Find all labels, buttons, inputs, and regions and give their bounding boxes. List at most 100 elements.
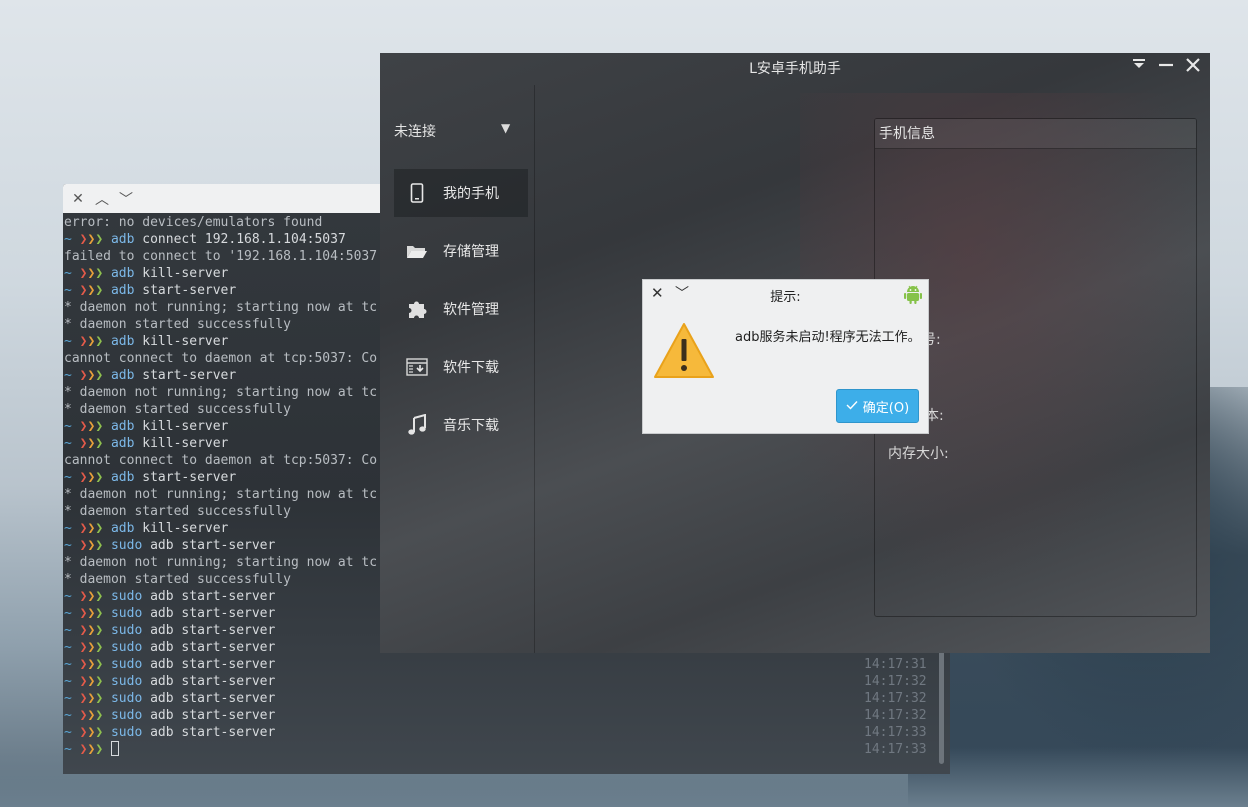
command-args: connect 192.168.1.104:5037 [142,232,346,247]
command-name: adb [110,470,135,485]
terminal-command-line: ~ ❯❯❯ sudo adb start-server 14:17:32 [63,690,950,707]
command-args: start-server [142,470,237,485]
memory-size-label: 内存大小: [888,446,949,462]
app-title: L安卓手机助手 [749,61,841,77]
checkmark-icon [846,399,858,414]
prompt-tilde: ~ [64,708,72,723]
command-args: adb start-server [150,623,276,638]
chevron-up-icon[interactable]: ︿ [95,189,109,209]
text-cursor [110,741,119,756]
output-text: * daemon not running; starting now at tc [64,385,378,400]
command-args: adb start-server [150,708,276,723]
timestamp: 14:17:33 [864,742,927,757]
command-args: adb start-server [150,691,276,706]
command-name: sudo [110,691,143,706]
dropdown-caret-icon[interactable]: ▼ [501,121,510,135]
command-name: adb [110,368,135,383]
prompt-tilde: ~ [64,521,72,536]
output-text: * daemon not running; starting now at tc [64,300,378,315]
connection-status-dropdown[interactable]: 未连接 [394,121,436,141]
prompt-arrow-icon: ❯ [95,538,104,553]
output-text: * daemon not running; starting now at tc [64,487,378,502]
output-text: * daemon started successfully [64,402,291,417]
ok-button[interactable]: 确定(O) [836,389,919,423]
command-name: adb [110,334,135,349]
prompt-arrow-icon: ❯ [95,657,104,672]
output-text: * daemon started successfully [64,504,291,519]
prompt-arrow-icon: ❯ [95,521,104,536]
chevron-down-icon[interactable]: ﹀ [119,189,133,209]
output-text: * daemon started successfully [64,572,291,587]
terminal-command-line: ~ ❯❯❯ sudo adb start-server 14:17:31 [63,656,950,673]
command-name: adb [110,521,135,536]
android-icon [904,284,922,308]
command-name: sudo [110,538,143,553]
prompt-tilde: ~ [64,640,72,655]
timestamp: 14:17:32 [864,691,927,706]
sidebar-item-app-download[interactable]: 软件下载 [394,343,528,391]
close-icon[interactable]: ✕ [71,191,85,207]
prompt-arrow-icon: ❯ [95,674,104,689]
prompt-tilde: ~ [64,470,72,485]
prompt-tilde: ~ [64,266,72,281]
command-args: kill-server [142,521,229,536]
output-text: error: no devices/emulators found [64,215,323,230]
timestamp: 14:17:32 [864,708,927,723]
prompt-arrow-icon: ❯ [95,725,104,740]
prompt-tilde: ~ [64,674,72,689]
command-name: sudo [110,589,143,604]
timestamp: 14:17:31 [864,657,927,672]
command-name: sudo [110,606,143,621]
command-args: start-server [142,283,237,298]
output-text: cannot connect to daemon at tcp:5037: Co [64,453,378,468]
sidebar-item-label: 软件管理 [443,302,499,318]
command-args: kill-server [142,266,229,281]
prompt-arrow-icon: ❯ [95,470,104,485]
command-args: adb start-server [150,538,276,553]
phone-info-title: 手机信息 [875,119,1196,149]
sidebar-item-storage[interactable]: 存储管理 [394,227,528,275]
prompt-arrow-icon: ❯ [95,742,104,757]
output-text: * daemon started successfully [64,317,291,332]
prompt-tilde: ~ [64,436,72,451]
prompt-tilde: ~ [64,419,72,434]
prompt-arrow-icon: ❯ [95,419,104,434]
folder-icon [406,243,428,259]
sidebar-item-my-phone[interactable]: 我的手机 [394,169,528,217]
dialog-message: adb服务未启动!程序无法工作。 [735,330,921,345]
prompt-arrow-icon: ❯ [95,623,104,638]
dialog-titlebar: ✕ ﹀ 提示: [643,280,928,308]
sidebar-item-label: 存储管理 [443,244,499,260]
command-name: sudo [110,657,143,672]
prompt-arrow-icon: ❯ [95,283,104,298]
command-name: sudo [110,725,143,740]
command-name: sudo [110,640,143,655]
prompt-arrow-icon: ❯ [95,266,104,281]
command-name: sudo [110,708,143,723]
sidebar-item-music-download[interactable]: 音乐下载 [394,401,528,449]
terminal-prompt-line: ~ ❯❯❯ 14:17:33 [63,741,950,758]
command-args: kill-server [142,436,229,451]
prompt-arrow-icon: ❯ [95,589,104,604]
prompt-tilde: ~ [64,725,72,740]
close-icon[interactable] [1186,57,1200,77]
prompt-arrow-icon: ❯ [95,334,104,349]
command-args: adb start-server [150,640,276,655]
command-name: adb [110,283,135,298]
minimize-icon[interactable] [1158,57,1174,77]
command-args: adb start-server [150,589,276,604]
output-text: * daemon not running; starting now at tc [64,555,378,570]
minimize-to-tray-icon[interactable] [1132,57,1146,77]
window-controls [1132,57,1200,77]
command-args: kill-server [142,419,229,434]
sidebar: 未连接 ▼ 我的手机 存储管理 软件管理 软件下载 音乐下载 [380,85,535,653]
command-args: adb start-server [150,674,276,689]
alert-dialog: ✕ ﹀ 提示: adb服务未启动!程序无法工作。 确定(O) [642,279,929,434]
sidebar-item-apps[interactable]: 软件管理 [394,285,528,333]
prompt-arrow-icon: ❯ [95,232,104,247]
command-args: adb start-server [150,606,276,621]
prompt-tilde: ~ [64,742,72,757]
prompt-tilde: ~ [64,691,72,706]
timestamp: 14:17:33 [864,725,927,740]
terminal-command-line: ~ ❯❯❯ sudo adb start-server 14:17:32 [63,707,950,724]
